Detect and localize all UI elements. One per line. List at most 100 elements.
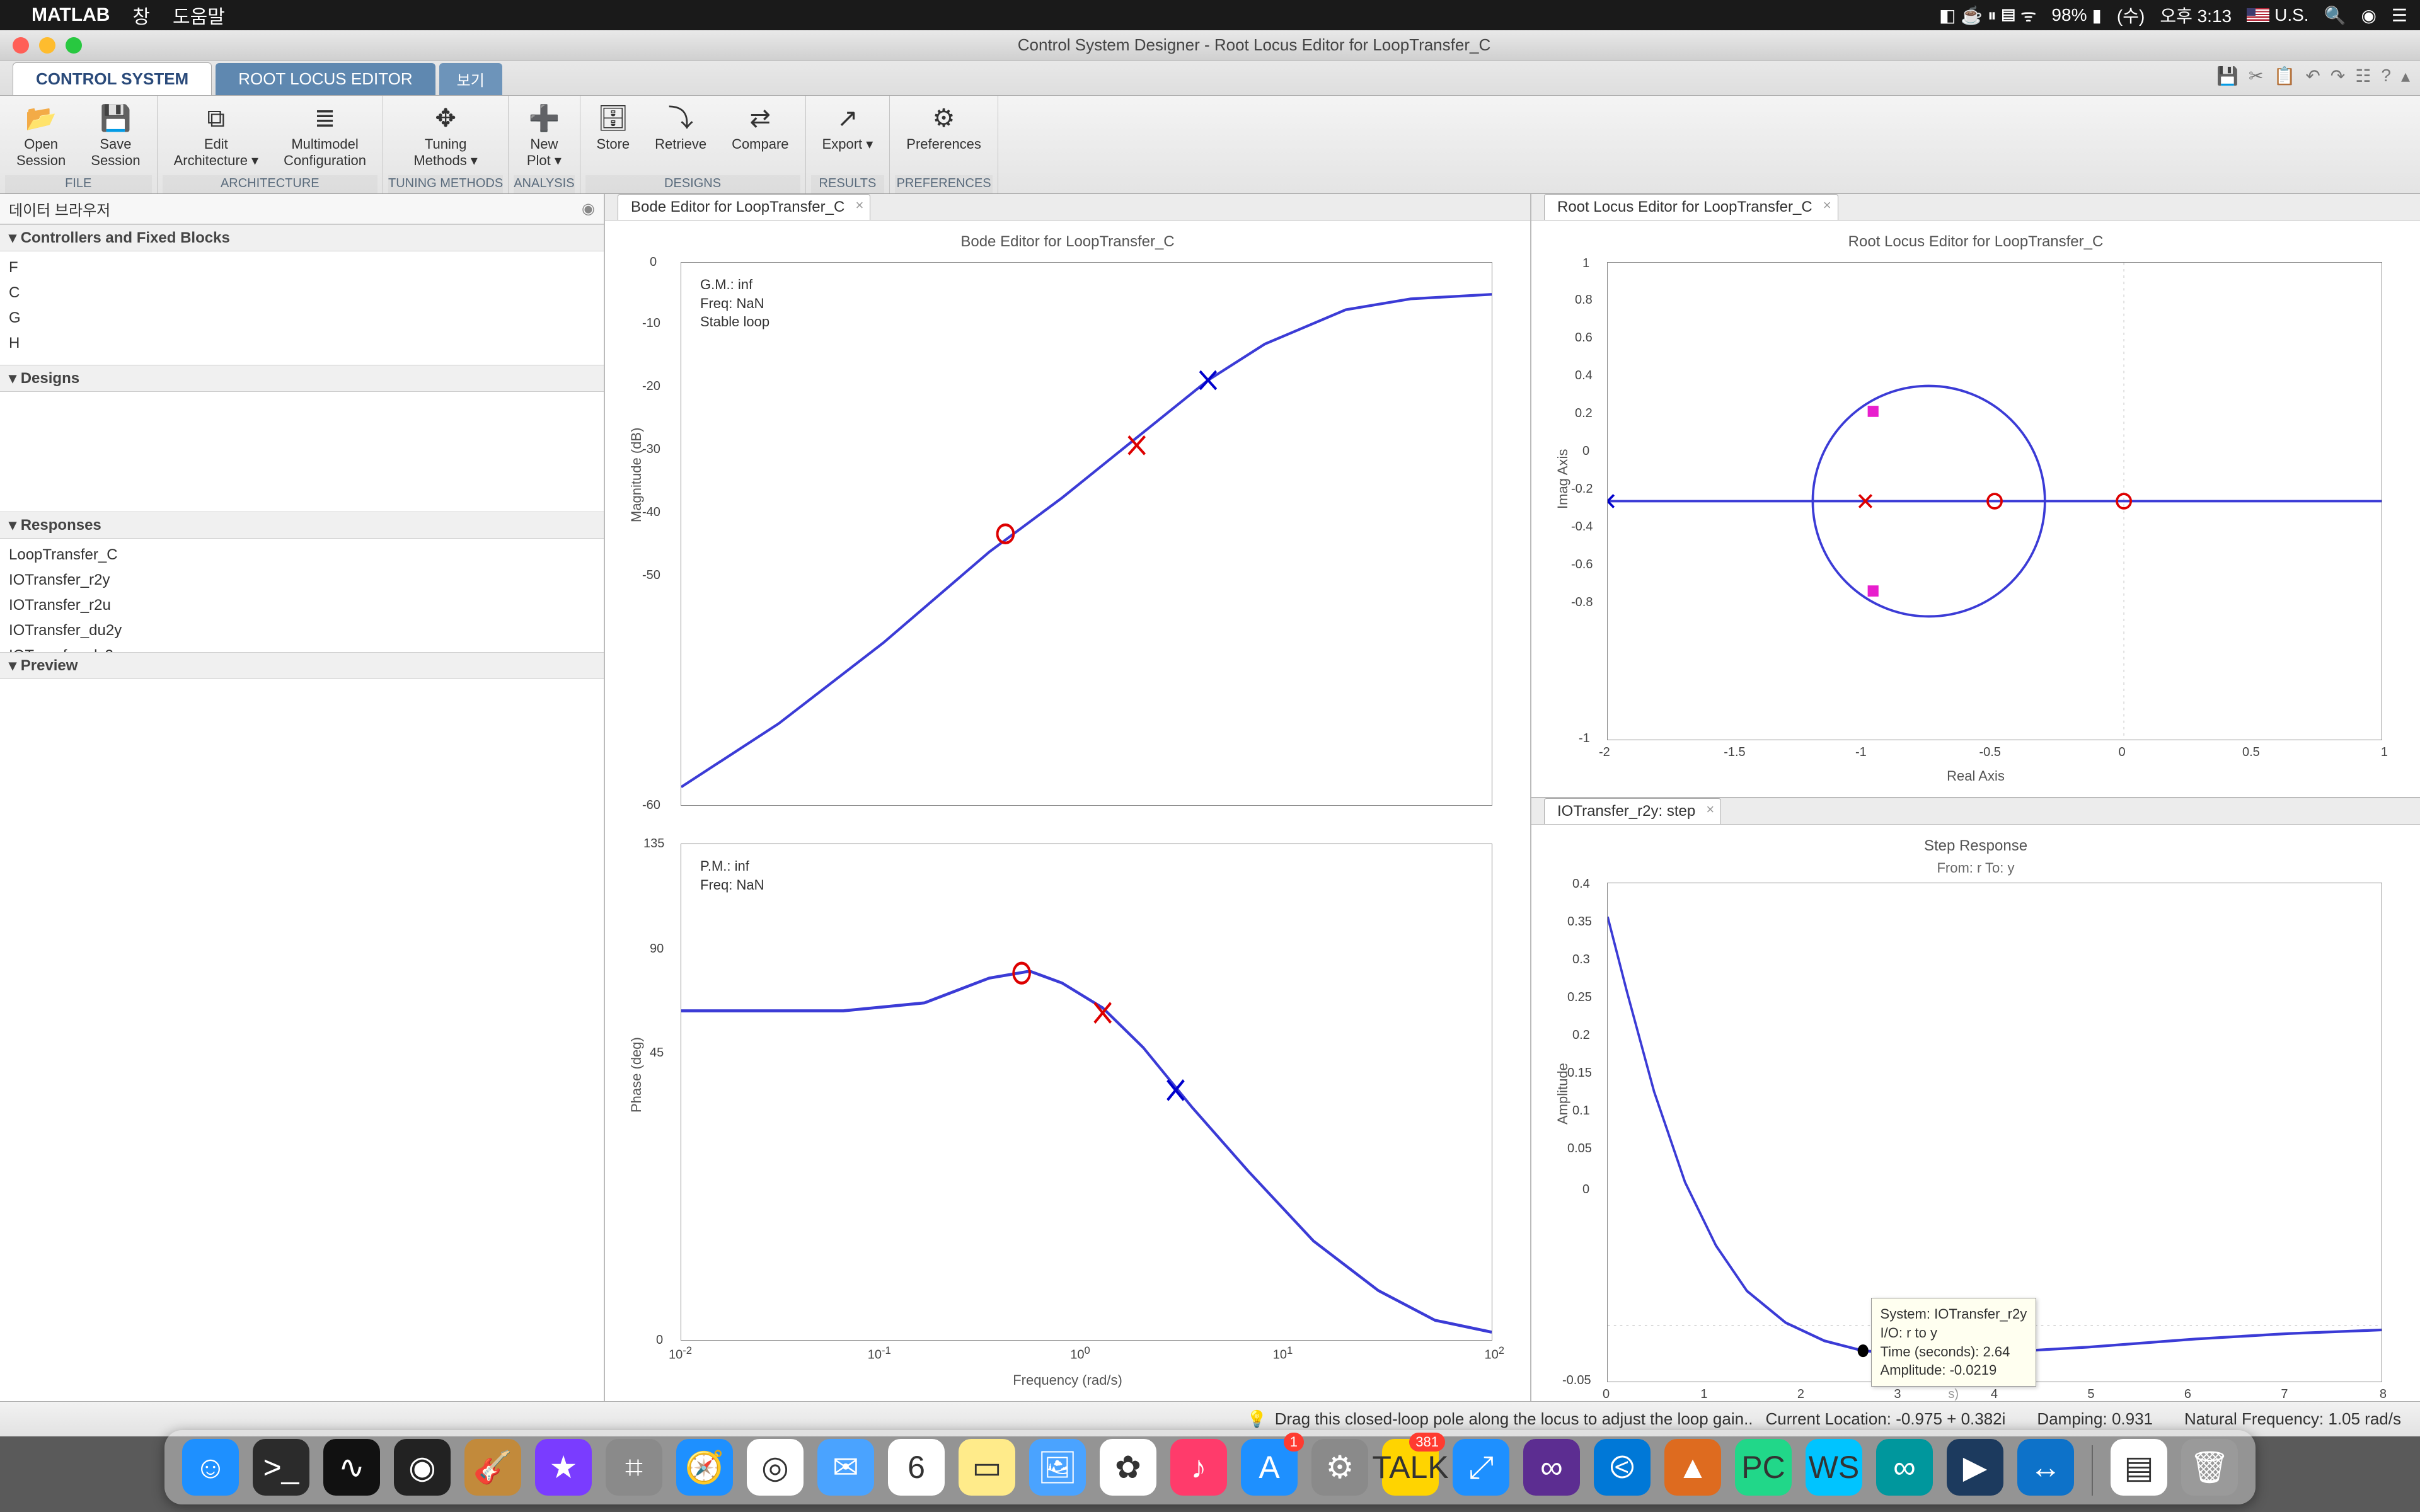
sidebar-collapse-icon[interactable]: ◉ <box>582 200 595 218</box>
notification-icon[interactable]: ☰ <box>2392 5 2407 26</box>
window-minimize-button[interactable] <box>39 37 55 54</box>
menubar-menu-0[interactable]: 창 <box>132 1 150 29</box>
response-item[interactable]: IOTransfer_du2y <box>9 618 595 643</box>
store-button[interactable]: 🗄Store <box>585 101 642 156</box>
status-hint: Drag this closed-loop pole along the loc… <box>1275 1409 1753 1429</box>
dock-safari-icon[interactable]: 🧭 <box>676 1439 733 1496</box>
controller-item[interactable]: C <box>9 280 595 306</box>
sidebar-controllers-head[interactable]: ▾ Controllers and Fixed Blocks <box>0 224 604 251</box>
dock-finder-icon[interactable]: ☺ <box>182 1439 239 1496</box>
rlocus-tab[interactable]: Root Locus Editor for LoopTransfer_C× <box>1544 194 1838 220</box>
sidebar-responses-head[interactable]: ▾ Responses <box>0 512 604 539</box>
dock-appstore-icon[interactable]: A1 <box>1241 1439 1298 1496</box>
tuning-methods-button[interactable]: ✥TuningMethods ▾ <box>402 101 489 173</box>
dock-siri-icon[interactable]: ◉ <box>394 1439 451 1496</box>
response-item[interactable]: LoopTransfer_C <box>9 542 595 568</box>
dock-processing-icon[interactable]: ▶ <box>1947 1439 2003 1496</box>
dock-activity-icon[interactable]: ∿ <box>323 1439 380 1496</box>
dock-arduino-icon[interactable]: ∞ <box>1876 1439 1933 1496</box>
dock-terminal-icon[interactable]: >_ <box>253 1439 309 1496</box>
bode-magnitude-panel[interactable]: Bode Editor for LoopTransfer_C Magnitude… <box>605 220 1530 825</box>
siri-icon[interactable]: ◉ <box>2361 5 2376 26</box>
ribbon-group-label: TUNING METHODS <box>388 175 503 193</box>
window-close-button[interactable] <box>13 37 29 54</box>
dock-vs-icon[interactable]: ∞ <box>1523 1439 1580 1496</box>
open-session-button[interactable]: 📂OpenSession <box>5 101 77 173</box>
preferences-button[interactable]: ⚙Preferences <box>895 101 993 156</box>
rlocus-axes[interactable]: 1 0.8 0.6 0.4 0.2 0 -0.2 -0.4 -0.6 -0.8 … <box>1607 262 2382 740</box>
step-title: Step Response <box>1550 837 2401 855</box>
sidebar: 데이터 브라우저 ◉ ▾ Controllers and Fixed Block… <box>0 194 605 1401</box>
menubar-app[interactable]: MATLAB <box>32 4 110 26</box>
bode-phase-ylabel: Phase (deg) <box>628 1038 645 1113</box>
qat-cut-icon[interactable]: ✂ <box>2249 66 2263 86</box>
dock-xcode-icon[interactable]: ⤢ <box>1453 1439 1509 1496</box>
sidebar-preview-head[interactable]: ▾ Preview <box>0 652 604 679</box>
dock-trash-icon[interactable]: 🗑 <box>2181 1439 2238 1496</box>
spotlight-icon[interactable]: 🔍 <box>2324 5 2346 26</box>
dock-teamviewer-icon[interactable]: ↔ <box>2017 1439 2074 1496</box>
new-plot-button[interactable]: ➕NewPlot ▾ <box>516 101 573 173</box>
qat-undo-icon[interactable]: ↶ <box>2305 66 2320 86</box>
response-item[interactable]: IOTransfer_dy2y <box>9 643 595 652</box>
dock-chrome-icon[interactable]: ◎ <box>747 1439 804 1496</box>
dock-calendar-icon[interactable]: 6 <box>888 1439 945 1496</box>
dock-webstorm-icon[interactable]: WS <box>1806 1439 1862 1496</box>
window-zoom-button[interactable] <box>66 37 82 54</box>
save-session-button[interactable]: 💾SaveSession <box>79 101 151 173</box>
controller-item[interactable]: G <box>9 306 595 331</box>
edit-architecture-button[interactable]: ⧉EditArchitecture ▾ <box>163 101 270 173</box>
bode-tab[interactable]: Bode Editor for LoopTransfer_C× <box>618 194 870 220</box>
compare-button[interactable]: ⇄Compare <box>720 101 800 156</box>
dock-itunes-icon[interactable]: ★ <box>535 1439 592 1496</box>
content-area: 데이터 브라우저 ◉ ▾ Controllers and Fixed Block… <box>0 194 2420 1401</box>
dock-garageband-icon[interactable]: 🎸 <box>464 1439 521 1496</box>
ribbon-group-label: DESIGNS <box>585 175 800 193</box>
dock-recent-doc-icon[interactable]: ▤ <box>2111 1439 2167 1496</box>
ribbon-group-label: ARCHITECTURE <box>163 175 377 193</box>
response-item[interactable]: IOTransfer_r2y <box>9 568 595 593</box>
ribbon-tab-rlocus-editor[interactable]: ROOT LOCUS EDITOR <box>216 63 435 95</box>
export-button[interactable]: ↗Export ▾ <box>811 101 885 156</box>
sidebar-designs-head[interactable]: ▾ Designs <box>0 365 604 392</box>
qat-dock-icon[interactable]: ☷ <box>2355 66 2371 86</box>
step-panel[interactable]: Step Response From: r To: y Amplitude 0.… <box>1531 825 2420 1401</box>
qat-copy-icon[interactable]: 📋 <box>2273 66 2295 86</box>
step-tab[interactable]: IOTransfer_r2y: step× <box>1544 798 1721 824</box>
bode-phase-axes[interactable]: P.M.: infFreq: NaN 135 90 45 0 10-2 10-1… <box>681 844 1492 1341</box>
bode-phase-panel[interactable]: Phase (deg) P.M.: infFreq: NaN 135 90 45… <box>605 825 1530 1401</box>
qat-collapse-icon[interactable]: ▴ <box>2401 66 2410 86</box>
dock-notes-icon[interactable]: ▭ <box>959 1439 1015 1496</box>
response-item[interactable]: IOTransfer_r2u <box>9 593 595 618</box>
multimodel-config-button[interactable]: ≣MultimodelConfiguration <box>272 101 377 173</box>
close-icon[interactable]: × <box>855 197 863 214</box>
dock-matlab-icon[interactable]: ▲ <box>1664 1439 1721 1496</box>
status-locale: U.S. <box>2247 5 2308 25</box>
qat-redo-icon[interactable]: ↷ <box>2331 66 2345 86</box>
qat-save-icon[interactable]: 💾 <box>2216 66 2238 86</box>
close-icon[interactable]: × <box>1823 197 1831 214</box>
dock-preview-icon[interactable]: 🖼 <box>1029 1439 1086 1496</box>
qat-help-icon[interactable]: ? <box>2381 66 2391 86</box>
status-time: 오후 3:13 <box>2160 3 2232 28</box>
controller-item[interactable]: H <box>9 331 595 356</box>
dock-launchpad-icon[interactable]: ⌗ <box>606 1439 662 1496</box>
menubar-menu-1[interactable]: 도움말 <box>173 1 225 29</box>
dock-photos-icon[interactable]: ✿ <box>1100 1439 1156 1496</box>
dock-pycharm-icon[interactable]: PC <box>1735 1439 1792 1496</box>
ribbon-tab-view[interactable]: 보기 <box>439 63 502 95</box>
window-titlebar: Control System Designer - Root Locus Edi… <box>0 30 2420 60</box>
rlocus-panel[interactable]: Root Locus Editor for LoopTransfer_C Ima… <box>1531 220 2420 797</box>
dock-music-icon[interactable]: ♪ <box>1170 1439 1227 1496</box>
dock-kakaotalk-icon[interactable]: TALK381 <box>1382 1439 1439 1496</box>
step-axes[interactable]: 0.4 0.35 0.3 0.25 0.2 0.15 0.1 0.05 0 -0… <box>1607 883 2382 1382</box>
retrieve-button[interactable]: ⤵Retrieve <box>643 101 718 156</box>
dock-vscode-icon[interactable]: ⧀ <box>1594 1439 1651 1496</box>
close-icon[interactable]: × <box>1706 801 1714 818</box>
dock-mail-icon[interactable]: ✉ <box>817 1439 874 1496</box>
controller-item[interactable]: F <box>9 255 595 280</box>
bode-mag-axes[interactable]: G.M.: infFreq: NaNStable loop 0 -10 -20 … <box>681 262 1492 806</box>
ribbon-group-label: ANALYSIS <box>514 175 574 193</box>
ribbon-tab-control-system[interactable]: CONTROL SYSTEM <box>13 62 212 95</box>
dock-prefs-icon[interactable]: ⚙ <box>1311 1439 1368 1496</box>
